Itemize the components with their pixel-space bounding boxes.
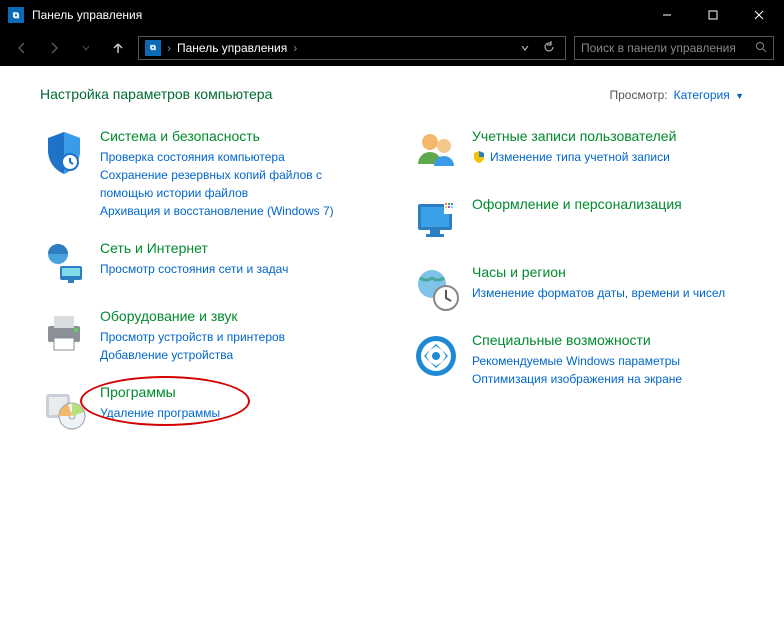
navbar: ⧉ › Панель управления › [0,30,784,66]
back-button[interactable] [10,36,34,60]
category-columns: Система и безопасность Проверка состояни… [40,128,744,452]
uac-shield-icon [472,150,486,164]
category-system-security: Система и безопасность Проверка состояни… [40,128,372,220]
address-bar[interactable]: ⧉ › Панель управления › [138,36,566,60]
content-header: Настройка параметров компьютера Просмотр… [40,86,744,102]
shield-icon [40,128,88,176]
view-by-label: Просмотр: [609,88,667,102]
view-by-dropdown[interactable]: Категория ▼ [674,88,744,102]
user-accounts-icon [412,128,460,176]
backup-restore-win7-link[interactable]: Архивация и восстановление (Windows 7) [100,202,372,220]
forward-button[interactable] [42,36,66,60]
minimize-button[interactable] [644,0,690,30]
ease-of-access-link[interactable]: Специальные возможности [472,332,682,348]
category-ease-of-access: Специальные возможности Рекомендуемые Wi… [412,332,744,388]
personalization-icon [412,196,460,244]
programs-disc-icon [40,384,88,432]
hardware-sound-link[interactable]: Оборудование и звук [100,308,285,324]
category-user-accounts: Учетные записи пользователей Изменение т… [412,128,744,176]
address-dropdown-button[interactable] [517,41,533,55]
printer-icon [40,308,88,356]
uninstall-program-link[interactable]: Удаление программы [100,404,220,422]
change-account-type-link[interactable]: Изменение типа учетной записи [490,148,670,166]
close-button[interactable] [736,0,782,30]
control-panel-icon: ⧉ [145,40,161,56]
clock-region-link[interactable]: Часы и регион [472,264,725,280]
chevron-down-icon: ▼ [735,91,744,101]
content-area: Настройка параметров компьютера Просмотр… [0,66,784,634]
ease-of-access-icon [412,332,460,380]
add-device-link[interactable]: Добавление устройства [100,346,285,364]
up-button[interactable] [106,36,130,60]
optimize-display-link[interactable]: Оптимизация изображения на экране [472,370,682,388]
maximize-button[interactable] [690,0,736,30]
programs-link[interactable]: Программы [100,384,220,400]
search-box[interactable] [574,36,774,60]
date-time-formats-link[interactable]: Изменение форматов даты, времени и чисел [472,284,725,302]
devices-printers-link[interactable]: Просмотр устройств и принтеров [100,328,285,346]
window-title: Панель управления [32,8,644,22]
network-icon [40,240,88,288]
network-internet-link[interactable]: Сеть и Интернет [100,240,288,256]
refresh-button[interactable] [539,41,559,56]
recommended-settings-link[interactable]: Рекомендуемые Windows параметры [472,352,682,370]
search-icon [755,41,767,56]
clock-globe-icon [412,264,460,312]
right-column: Учетные записи пользователей Изменение т… [412,128,744,452]
titlebar: ⧉ Панель управления [0,0,784,30]
user-accounts-link[interactable]: Учетные записи пользователей [472,128,676,144]
left-column: Система и безопасность Проверка состояни… [40,128,372,452]
control-panel-window: ⧉ Панель управления ⧉ [0,0,784,634]
category-appearance: Оформление и персонализация [412,196,744,244]
category-network: Сеть и Интернет Просмотр состояния сети … [40,240,372,288]
system-security-link[interactable]: Система и безопасность [100,128,372,144]
check-computer-status-link[interactable]: Проверка состояния компьютера [100,148,372,166]
search-input[interactable] [581,41,751,55]
page-title: Настройка параметров компьютера [40,86,609,102]
view-by-value: Категория [674,88,730,102]
breadcrumb-separator-icon: › [293,41,297,55]
control-panel-app-icon: ⧉ [8,7,24,23]
category-clock-region: Часы и регион Изменение форматов даты, в… [412,264,744,312]
breadcrumb-separator-icon: › [167,41,171,55]
file-history-backup-link[interactable]: Сохранение резервных копий файлов с помо… [100,166,372,202]
recent-dropdown-button[interactable] [74,36,98,60]
category-programs: Программы Удаление программы [40,384,372,432]
appearance-personalization-link[interactable]: Оформление и персонализация [472,196,682,212]
network-status-link[interactable]: Просмотр состояния сети и задач [100,260,288,278]
window-controls [644,0,782,30]
breadcrumb-item[interactable]: Панель управления [177,41,287,55]
category-hardware: Оборудование и звук Просмотр устройств и… [40,308,372,364]
